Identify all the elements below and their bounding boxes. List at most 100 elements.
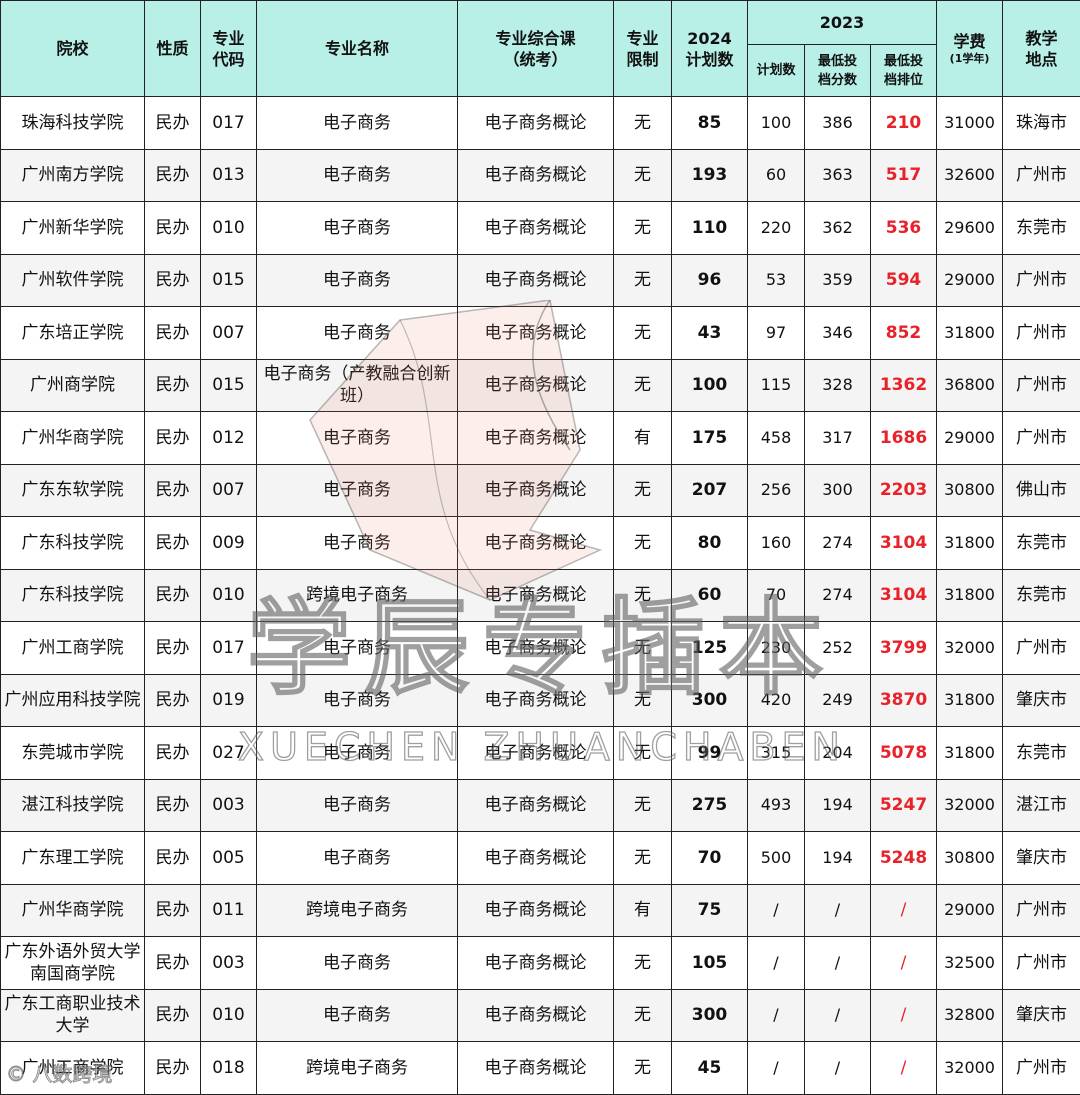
cell-code: 003 bbox=[200, 778, 257, 832]
cell-nature: 民办 bbox=[144, 516, 201, 570]
cell-limit: 无 bbox=[613, 673, 672, 727]
cell-min-rank: / bbox=[869, 1041, 938, 1095]
cell-major: 电子商务 bbox=[256, 253, 458, 307]
cell-school: 广州工商学院 bbox=[0, 621, 145, 675]
cell-plan-2024: 125 bbox=[671, 621, 748, 675]
cell-code: 018 bbox=[200, 1041, 257, 1095]
cell-plan-2023: 420 bbox=[747, 673, 805, 727]
cell-code: 007 bbox=[200, 306, 257, 360]
cell-school: 广东理工学院 bbox=[0, 831, 145, 885]
cell-school: 广州软件学院 bbox=[0, 253, 145, 307]
cell-location: 佛山市 bbox=[1002, 463, 1080, 517]
cell-min-score: 328 bbox=[804, 358, 871, 412]
cell-nature: 民办 bbox=[144, 1041, 201, 1095]
cell-plan-2024: 110 bbox=[671, 201, 748, 255]
cell-location: 肇庆市 bbox=[1002, 831, 1080, 885]
cell-course: 电子商务概论 bbox=[457, 673, 614, 727]
cell-plan-2023: 493 bbox=[747, 778, 805, 832]
cell-nature: 民办 bbox=[144, 936, 201, 990]
cell-nature: 民办 bbox=[144, 306, 201, 360]
cell-min-rank: / bbox=[869, 936, 938, 990]
cell-limit: 无 bbox=[613, 201, 672, 255]
cell-school: 湛江科技学院 bbox=[0, 778, 145, 832]
cell-location: 广州市 bbox=[1002, 621, 1080, 675]
cell-code: 007 bbox=[200, 463, 257, 517]
table-row: 广州工商学院 民办 018 跨境电子商务 电子商务概论无 45///32000 广州市 bbox=[0, 1041, 1080, 1095]
cell-nature: 民办 bbox=[144, 621, 201, 675]
cell-plan-2024: 85 bbox=[671, 96, 748, 150]
cell-code: 015 bbox=[200, 253, 257, 307]
cell-major: 跨境电子商务 bbox=[256, 1041, 458, 1095]
table-row: 广州南方学院 民办 013 电子商务 电子商务概论无 193 60 363 517 32600 广州… bbox=[0, 148, 1080, 202]
cell-code: 003 bbox=[200, 936, 257, 990]
header-tuition-unit: (1学年) bbox=[949, 52, 990, 65]
cell-min-rank: 5248 bbox=[869, 831, 938, 885]
cell-plan-2023: / bbox=[747, 883, 805, 937]
cell-nature: 民办 bbox=[144, 96, 201, 150]
cell-nature: 民办 bbox=[144, 411, 201, 465]
cell-min-rank: 594 bbox=[869, 253, 938, 307]
cell-course: 电子商务概论 bbox=[457, 1041, 614, 1095]
cell-min-score: 274 bbox=[804, 516, 871, 570]
header-plan-2024: 2024 计划数 bbox=[671, 0, 748, 97]
cell-tuition: 31000 bbox=[936, 96, 1004, 150]
cell-school: 广州工商学院 bbox=[0, 1041, 145, 1095]
cell-location: 广州市 bbox=[1002, 148, 1080, 202]
cell-plan-2023: 60 bbox=[747, 148, 805, 202]
cell-course: 电子商务概论 bbox=[457, 411, 614, 465]
cell-course: 电子商务概论 bbox=[457, 148, 614, 202]
cell-min-score: / bbox=[804, 883, 871, 937]
cell-min-score: 249 bbox=[804, 673, 871, 727]
cell-major: 电子商务 bbox=[256, 778, 458, 832]
cell-plan-2023: / bbox=[747, 1041, 805, 1095]
cell-limit: 无 bbox=[613, 831, 672, 885]
cell-plan-2024: 70 bbox=[671, 831, 748, 885]
cell-plan-2024: 300 bbox=[671, 988, 748, 1042]
cell-min-rank: 3104 bbox=[869, 568, 938, 622]
cell-course: 电子商务概论 bbox=[457, 936, 614, 990]
cell-plan-2023: 230 bbox=[747, 621, 805, 675]
admission-table: 院校 性质 专业 代码 专业名称 专业综合课 （统考） 专业 限制 2024 计划数 2… bbox=[0, 0, 1080, 1095]
cell-plan-2024: 300 bbox=[671, 673, 748, 727]
header-location-text: 教学 地点 bbox=[1025, 28, 1058, 69]
cell-plan-2024: 80 bbox=[671, 516, 748, 570]
cell-code: 005 bbox=[200, 831, 257, 885]
cell-plan-2023: 315 bbox=[747, 726, 805, 780]
cell-tuition: 29600 bbox=[936, 201, 1004, 255]
cell-major: 电子商务 bbox=[256, 96, 458, 150]
table-row: 广州华商学院 民办 011 跨境电子商务 电子商务概论有 75///29000 广州市 bbox=[0, 883, 1080, 937]
cell-plan-2024: 60 bbox=[671, 568, 748, 622]
cell-school: 东莞城市学院 bbox=[0, 726, 145, 780]
cell-tuition: 30800 bbox=[936, 831, 1004, 885]
cell-plan-2023: 458 bbox=[747, 411, 805, 465]
header-code: 专业 代码 bbox=[200, 0, 257, 97]
cell-nature: 民办 bbox=[144, 883, 201, 937]
cell-school: 广州华商学院 bbox=[0, 883, 145, 937]
header-min-rank-text: 最低投 档排位 bbox=[884, 53, 924, 88]
cell-major: 电子商务 bbox=[256, 988, 458, 1042]
table-row: 广东科技学院 民办 009 电子商务 电子商务概论无 80 160 274 3104 31800 东… bbox=[0, 516, 1080, 570]
cell-school: 广东培正学院 bbox=[0, 306, 145, 360]
cell-min-rank: 3104 bbox=[869, 516, 938, 570]
cell-location: 广州市 bbox=[1002, 1041, 1080, 1095]
header-course: 专业综合课 （统考） bbox=[457, 0, 614, 97]
cell-min-rank: / bbox=[869, 883, 938, 937]
cell-plan-2024: 75 bbox=[671, 883, 748, 937]
cell-plan-2023: 97 bbox=[747, 306, 805, 360]
cell-school: 广州华商学院 bbox=[0, 411, 145, 465]
cell-nature: 民办 bbox=[144, 201, 201, 255]
cell-min-score: / bbox=[804, 1041, 871, 1095]
cell-tuition: 29000 bbox=[936, 411, 1004, 465]
cell-course: 电子商务概论 bbox=[457, 726, 614, 780]
table-row: 广东东软学院 民办 007 电子商务 电子商务概论无 207 256 300 2203 30800… bbox=[0, 463, 1080, 517]
cell-school: 广东东软学院 bbox=[0, 463, 145, 517]
header-nature: 性质 bbox=[144, 0, 201, 97]
cell-tuition: 31800 bbox=[936, 568, 1004, 622]
table-row: 广州新华学院 民办 010 电子商务 电子商务概论无 110 220 362 536 29600 东… bbox=[0, 201, 1080, 255]
cell-major: 电子商务（产教融合创新班） bbox=[256, 358, 458, 412]
cell-location: 东莞市 bbox=[1002, 726, 1080, 780]
cell-course: 电子商务概论 bbox=[457, 883, 614, 937]
header-code-text: 专业 代码 bbox=[212, 28, 245, 69]
cell-min-score: 274 bbox=[804, 568, 871, 622]
cell-tuition: 30800 bbox=[936, 463, 1004, 517]
